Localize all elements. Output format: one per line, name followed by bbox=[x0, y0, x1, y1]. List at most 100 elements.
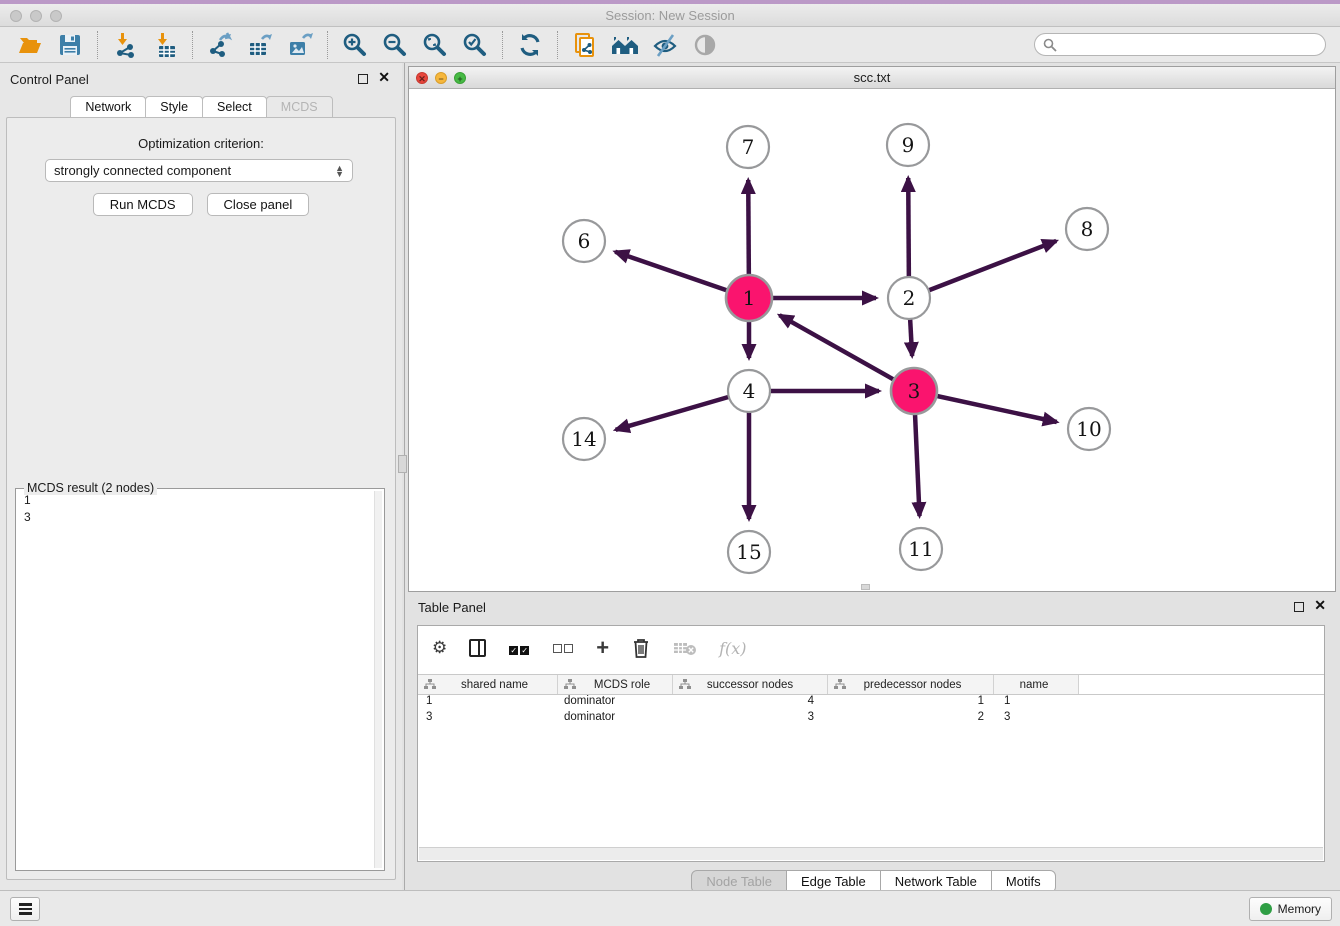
panel-divider bbox=[404, 63, 405, 890]
close-panel-icon[interactable]: ✕ bbox=[1314, 597, 1326, 614]
column-header-label: MCDS role bbox=[576, 679, 672, 691]
save-session-button[interactable] bbox=[50, 30, 90, 60]
window-title: Session: New Session bbox=[0, 8, 1340, 23]
export-image-button[interactable] bbox=[280, 30, 320, 60]
select-stepper-icon: ▲▼ bbox=[335, 165, 344, 177]
show-columns-icon[interactable] bbox=[469, 639, 486, 657]
zoom-selected-button[interactable] bbox=[455, 30, 495, 60]
application-window: Session: New Session bbox=[0, 0, 1340, 926]
column-header-shared-name[interactable]: shared name bbox=[418, 675, 558, 694]
table-horizontal-scrollbar[interactable] bbox=[419, 847, 1323, 860]
column-header-successor-nodes[interactable]: successor nodes bbox=[673, 675, 828, 694]
control-panel-title: Control Panel bbox=[10, 72, 89, 87]
memory-status-icon bbox=[1260, 903, 1272, 915]
node-label-2: 2 bbox=[903, 286, 916, 310]
table-cell[interactable]: dominator bbox=[558, 695, 673, 711]
task-history-button[interactable] bbox=[10, 897, 40, 921]
zoom-fit-button[interactable] bbox=[415, 30, 455, 60]
table-cell[interactable]: 3 bbox=[418, 711, 558, 727]
table-cell[interactable]: 2 bbox=[828, 711, 994, 727]
window-titlebar[interactable]: Session: New Session bbox=[0, 4, 1340, 27]
close-panel-button[interactable]: Close panel bbox=[207, 193, 310, 216]
node-label-11: 11 bbox=[908, 537, 933, 561]
export-table-button[interactable] bbox=[240, 30, 280, 60]
column-header-predecessor-nodes[interactable]: predecessor nodes bbox=[828, 675, 994, 694]
network-view-window[interactable]: ✕ − + scc.txt 7968124314101511 bbox=[408, 66, 1336, 592]
export-image-icon bbox=[287, 32, 313, 58]
network-window-title: scc.txt bbox=[409, 70, 1335, 85]
node-label-7: 7 bbox=[742, 135, 755, 159]
home-button[interactable] bbox=[605, 30, 645, 60]
table-settings-gear-icon[interactable]: ⚙ bbox=[432, 638, 447, 658]
function-builder-icon: f(x) bbox=[719, 639, 746, 658]
node-label-3: 3 bbox=[908, 379, 921, 403]
table-panel: Table Panel ✕ ⚙ ✓✓ + f(x) shared name MCD… bbox=[408, 592, 1340, 890]
toolbar-separator bbox=[557, 31, 558, 59]
network-canvas[interactable]: 7968124314101511 bbox=[409, 89, 1335, 591]
tab-style[interactable]: Style bbox=[145, 96, 203, 117]
column-header-MCDS-role[interactable]: MCDS role bbox=[558, 675, 673, 694]
table-cell[interactable]: 4 bbox=[673, 695, 828, 711]
table-cell[interactable]: 1 bbox=[418, 695, 558, 711]
mcds-panel: Optimization criterion: strongly connect… bbox=[6, 117, 396, 880]
tab-network[interactable]: Network bbox=[70, 96, 146, 117]
table-header-row: shared name MCDS rolesuccessor nodesprede… bbox=[418, 674, 1324, 695]
hide-graphics-details-button[interactable] bbox=[645, 30, 685, 60]
node-label-15: 15 bbox=[736, 540, 761, 564]
optimization-criterion-label: Optimization criterion: bbox=[7, 136, 395, 151]
tab-mcds[interactable]: MCDS bbox=[266, 96, 333, 117]
add-row-icon[interactable]: + bbox=[596, 635, 609, 661]
search-box[interactable] bbox=[1034, 33, 1326, 56]
export-network-button[interactable] bbox=[200, 30, 240, 60]
zoom-in-button[interactable] bbox=[335, 30, 375, 60]
network-graph[interactable]: 7968124314101511 bbox=[409, 89, 1335, 591]
float-panel-icon[interactable] bbox=[1294, 602, 1304, 612]
optimization-criterion-select[interactable]: strongly connected component ▲▼ bbox=[45, 159, 353, 182]
memory-label: Memory bbox=[1278, 902, 1321, 916]
run-mcds-button[interactable]: Run MCDS bbox=[93, 193, 193, 216]
memory-button[interactable]: Memory bbox=[1249, 897, 1332, 921]
copy-network-button[interactable] bbox=[565, 30, 605, 60]
toolbar-separator bbox=[502, 31, 503, 59]
network-window-titlebar[interactable]: ✕ − + scc.txt bbox=[409, 67, 1335, 89]
table-cell[interactable]: 3 bbox=[994, 711, 1079, 727]
status-bar: Memory bbox=[0, 890, 1340, 926]
refresh-icon bbox=[517, 32, 543, 58]
tab-select[interactable]: Select bbox=[202, 96, 267, 117]
window-resize-handle[interactable] bbox=[861, 584, 870, 590]
search-input[interactable] bbox=[1057, 38, 1317, 52]
select-all-icon[interactable]: ✓✓ bbox=[508, 641, 530, 656]
open-session-button[interactable] bbox=[10, 30, 50, 60]
table-row[interactable]: 1dominator411 bbox=[418, 695, 1324, 711]
import-network-icon bbox=[112, 32, 138, 58]
result-scrollbar[interactable] bbox=[374, 491, 382, 868]
eye-slash-icon bbox=[652, 32, 678, 58]
table-panel-title: Table Panel bbox=[418, 600, 486, 615]
import-network-button[interactable] bbox=[105, 30, 145, 60]
table-cell[interactable]: 1 bbox=[828, 695, 994, 711]
zoom-out-button[interactable] bbox=[375, 30, 415, 60]
deselect-all-icon[interactable] bbox=[552, 641, 574, 656]
search-icon bbox=[1043, 38, 1057, 52]
show-graphics-details-button[interactable] bbox=[685, 30, 725, 60]
mcds-result-text[interactable]: 1 3 bbox=[18, 492, 372, 868]
mcds-result-group: MCDS result (2 nodes) 1 3 bbox=[15, 488, 385, 871]
refresh-network-button[interactable] bbox=[510, 30, 550, 60]
eye-icon bbox=[692, 32, 718, 58]
node-label-4: 4 bbox=[743, 379, 756, 403]
import-table-button[interactable] bbox=[145, 30, 185, 60]
zoom-fit-icon bbox=[422, 32, 448, 58]
node-label-1: 1 bbox=[743, 286, 756, 310]
table-cell[interactable]: dominator bbox=[558, 711, 673, 727]
column-header-name[interactable]: name bbox=[994, 675, 1079, 694]
import-table-icon bbox=[152, 32, 178, 58]
table-cell[interactable]: 1 bbox=[994, 695, 1079, 711]
float-panel-icon[interactable] bbox=[358, 74, 368, 84]
node-label-8: 8 bbox=[1081, 217, 1094, 241]
table-row[interactable]: 3dominator323 bbox=[418, 711, 1324, 727]
table-cell[interactable]: 3 bbox=[673, 711, 828, 727]
close-panel-icon[interactable]: ✕ bbox=[378, 69, 390, 86]
edge-2-8[interactable] bbox=[909, 241, 1056, 298]
delete-row-trash-icon[interactable] bbox=[631, 637, 651, 659]
panel-splitter-handle[interactable] bbox=[398, 455, 407, 473]
